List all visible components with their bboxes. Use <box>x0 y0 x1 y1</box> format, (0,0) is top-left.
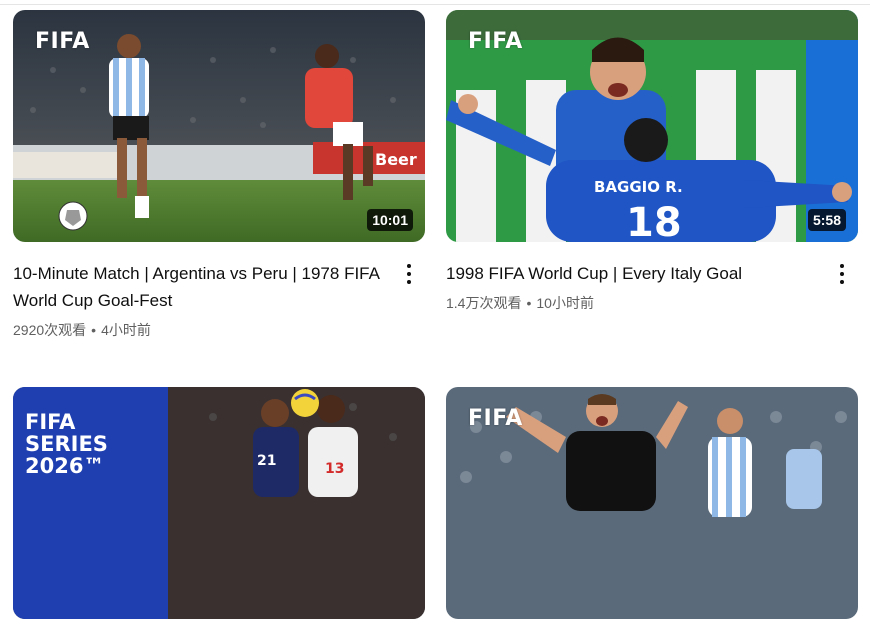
video-meta: 10-Minute Match | Argentina vs Peru | 19… <box>13 260 425 340</box>
fifa-series-logo: FIFA SERIES 2026™ <box>25 410 108 478</box>
video-card[interactable]: BAGGIO R. 18 FIFA 5:58 1998 FIFA World C… <box>446 10 858 313</box>
video-card[interactable]: Beer FIFA 10:01 10-Minute Match | Argent… <box>13 10 425 340</box>
fifa-series-panel: FIFA SERIES 2026™ <box>13 387 168 619</box>
jersey-number: 18 <box>626 200 682 242</box>
more-options-icon[interactable] <box>397 262 421 286</box>
svg-text:21: 21 <box>257 453 276 469</box>
top-divider <box>0 0 870 5</box>
fifa-logo: FIFA <box>35 29 90 54</box>
upload-age: 4小时前 <box>101 322 151 338</box>
svg-text:13: 13 <box>325 461 344 477</box>
video-stats: 2920次观看 • 4小时前 <box>13 320 385 340</box>
duration-badge: 10:01 <box>367 209 413 231</box>
fifa-logo: FIFA <box>468 29 523 54</box>
view-count: 1.4万次观看 <box>446 295 522 311</box>
video-stats: 1.4万次观看 • 10小时前 <box>446 293 818 313</box>
video-thumbnail[interactable]: 21 13 FIFA SERIES 2026™ <box>13 387 425 619</box>
video-card[interactable]: 21 13 FIFA SERIES 2026™ <box>13 387 425 619</box>
view-count: 2920次观看 <box>13 322 87 338</box>
upload-age: 10小时前 <box>536 295 594 311</box>
video-thumbnail[interactable]: Beer FIFA 10:01 <box>13 10 425 242</box>
more-options-icon[interactable] <box>830 262 854 286</box>
video-card[interactable]: FIFA <box>446 387 858 619</box>
duration-badge: 5:58 <box>807 209 846 231</box>
video-thumbnail[interactable]: FIFA <box>446 387 858 619</box>
video-title[interactable]: 10-Minute Match | Argentina vs Peru | 19… <box>13 260 385 314</box>
separator-dot: • <box>91 322 97 338</box>
video-thumbnail[interactable]: BAGGIO R. 18 FIFA 5:58 <box>446 10 858 242</box>
separator-dot: • <box>526 295 532 311</box>
video-title[interactable]: 1998 FIFA World Cup | Every Italy Goal <box>446 260 818 287</box>
svg-text:Beer: Beer <box>375 150 417 169</box>
fifa-logo: FIFA <box>468 406 523 431</box>
video-meta: 1998 FIFA World Cup | Every Italy Goal 1… <box>446 260 858 313</box>
jersey-name: BAGGIO R. <box>594 178 683 196</box>
